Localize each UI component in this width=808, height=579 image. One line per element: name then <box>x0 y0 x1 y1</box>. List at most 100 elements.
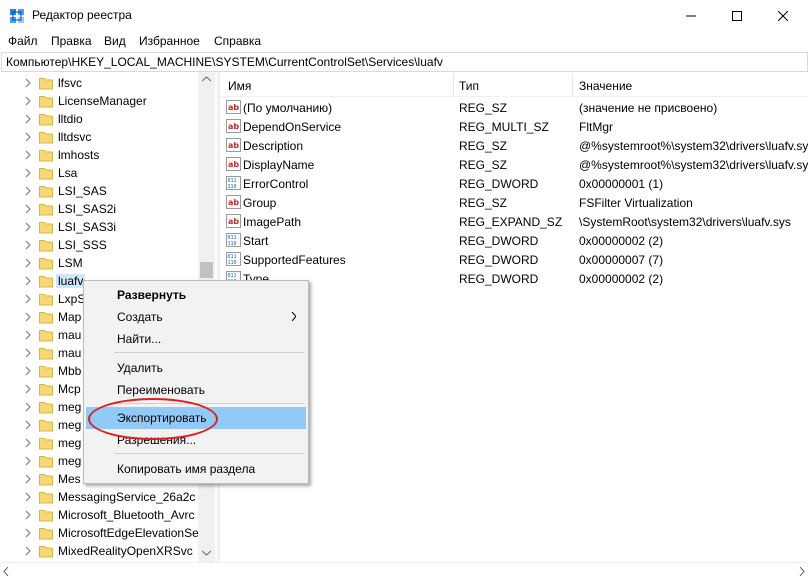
expand-arrow-icon[interactable] <box>24 366 32 376</box>
expand-arrow-icon[interactable] <box>24 186 32 196</box>
table-row[interactable]: ab DependOnService REG_MULTI_SZ FltMgr <box>220 117 808 136</box>
expand-arrow-icon[interactable] <box>24 330 32 340</box>
expand-arrow-icon[interactable] <box>24 276 32 286</box>
menu-copy-key-name[interactable]: Копировать имя раздела <box>86 458 306 480</box>
expand-arrow-icon[interactable] <box>24 510 32 520</box>
scroll-left-icon[interactable] <box>3 567 9 576</box>
folder-icon <box>39 240 53 252</box>
expand-arrow-icon[interactable] <box>24 546 32 556</box>
folder-icon <box>39 510 53 522</box>
tree-item[interactable]: lmhosts <box>0 146 198 164</box>
scroll-up-icon[interactable] <box>202 76 211 82</box>
menu-expand[interactable]: Развернуть <box>86 284 306 306</box>
table-row[interactable]: 011 110 Start REG_DWORD 0x00000002 (2) <box>220 231 808 250</box>
scroll-down-icon[interactable] <box>202 550 211 556</box>
table-row[interactable]: ab ImagePath REG_EXPAND_SZ \SystemRoot\syst… <box>220 212 808 231</box>
tree-item[interactable]: MicrosoftEdgeElevationSe <box>0 524 199 542</box>
column-data[interactable]: Значение <box>579 79 632 93</box>
tree-item-label: luafv <box>56 274 86 288</box>
tree-item[interactable]: LSI_SAS3i <box>0 218 198 236</box>
value-data: @%systemroot%\system32\drivers\luafv.sys <box>579 139 808 153</box>
menu-permissions[interactable]: Разрешения... <box>86 429 306 451</box>
value-name: DependOnService <box>243 120 342 134</box>
expand-arrow-icon[interactable] <box>24 168 32 178</box>
tree-item[interactable]: lfsvc <box>0 74 198 92</box>
folder-icon <box>39 456 53 468</box>
svg-text:110: 110 <box>228 241 237 247</box>
value-data: 0x00000002 (2) <box>579 234 664 248</box>
maximize-button[interactable] <box>714 0 760 31</box>
expand-arrow-icon[interactable] <box>24 528 32 538</box>
tree-item[interactable]: MessagingService_26a2c <box>0 488 198 506</box>
menu-create[interactable]: Создать <box>86 306 306 328</box>
table-row[interactable]: ab DisplayName REG_SZ @%systemroot%\system3… <box>220 155 808 174</box>
tree-item-label: LSI_SAS3i <box>58 220 117 234</box>
expand-arrow-icon[interactable] <box>24 96 32 106</box>
expand-arrow-icon[interactable] <box>24 492 32 502</box>
tree-item[interactable]: LSI_SAS <box>0 182 198 200</box>
column-type[interactable]: Тип <box>459 79 479 93</box>
menu-favorites[interactable]: Избранное <box>139 34 200 48</box>
expand-arrow-icon[interactable] <box>24 348 32 358</box>
tree-item[interactable]: Microsoft_Bluetooth_Avrc <box>0 506 198 524</box>
column-name[interactable]: Имя <box>228 79 251 93</box>
tree-item[interactable]: LicenseManager <box>0 92 198 110</box>
table-row[interactable]: ab Group REG_SZ FSFilter Virtualization <box>220 193 808 212</box>
menu-find[interactable]: Найти... <box>86 328 306 350</box>
expand-arrow-icon[interactable] <box>24 78 32 88</box>
column-divider[interactable] <box>572 74 573 96</box>
menu-delete[interactable]: Удалить <box>86 357 306 379</box>
column-divider[interactable] <box>453 74 454 96</box>
expand-arrow-icon[interactable] <box>24 294 32 304</box>
table-row[interactable]: ab Description REG_SZ @%systemroot%\system3… <box>220 136 808 155</box>
tree-item-label: lltdsvc <box>58 130 92 144</box>
expand-arrow-icon[interactable] <box>24 222 32 232</box>
close-icon <box>778 10 788 21</box>
tree-item-label: mau <box>58 346 82 360</box>
menu-export[interactable]: Экспортировать <box>86 407 306 429</box>
menu-edit[interactable]: Правка <box>51 34 92 48</box>
tree-item[interactable]: Lsa <box>0 164 198 182</box>
tree-item[interactable]: lltdsvc <box>0 128 198 146</box>
table-row[interactable]: ab (По умолчанию) REG_SZ (значение не присв… <box>220 98 808 117</box>
table-row[interactable]: 011 110 SupportedFeatures REG_DWORD 0x000000… <box>220 250 808 269</box>
folder-icon <box>39 204 53 216</box>
table-row[interactable]: 011 110 ErrorControl REG_DWORD 0x00000001 (1… <box>220 174 808 193</box>
menu-rename[interactable]: Переименовать <box>86 379 306 401</box>
horizontal-scrollbar[interactable] <box>0 562 808 579</box>
address-bar[interactable]: Компьютер\HKEY_LOCAL_MACHINE\SYSTEM\Curr… <box>1 52 808 72</box>
expand-arrow-icon[interactable] <box>24 258 32 268</box>
tree-item-label: mau <box>58 328 82 342</box>
tree-item[interactable]: LSI_SSS <box>0 236 198 254</box>
expand-arrow-icon[interactable] <box>24 456 32 466</box>
expand-arrow-icon[interactable] <box>24 312 32 322</box>
folder-icon <box>39 168 53 180</box>
expand-arrow-icon[interactable] <box>24 114 32 124</box>
expand-arrow-icon[interactable] <box>24 402 32 412</box>
tree-item[interactable]: LSI_SAS2i <box>0 200 198 218</box>
folder-icon <box>39 276 53 288</box>
expand-arrow-icon[interactable] <box>24 420 32 430</box>
scroll-right-icon[interactable] <box>799 567 805 576</box>
expand-arrow-icon[interactable] <box>24 240 32 250</box>
menu-view[interactable]: Вид <box>104 34 126 48</box>
expand-arrow-icon[interactable] <box>24 150 32 160</box>
tree-item[interactable]: LSM <box>0 254 198 272</box>
scroll-thumb[interactable] <box>200 262 213 278</box>
menu-help[interactable]: Справка <box>214 34 261 48</box>
expand-arrow-icon[interactable] <box>24 384 32 394</box>
expand-arrow-icon[interactable] <box>24 438 32 448</box>
value-name: SupportedFeatures <box>243 253 346 267</box>
tree-item[interactable]: lltdio <box>0 110 198 128</box>
svg-text:ab: ab <box>228 122 239 131</box>
binary-value-icon: 011110 <box>226 252 241 266</box>
minimize-button[interactable] <box>668 0 714 31</box>
expand-arrow-icon[interactable] <box>24 132 32 142</box>
expand-arrow-icon[interactable] <box>24 474 32 484</box>
folder-icon <box>39 366 53 378</box>
close-button[interactable] <box>760 0 806 31</box>
expand-arrow-icon[interactable] <box>24 204 32 214</box>
tree-item[interactable]: MixedRealityOpenXRSvc <box>0 542 198 560</box>
tree-item-label: meg <box>58 400 82 414</box>
menu-file[interactable]: Файл <box>8 34 38 48</box>
